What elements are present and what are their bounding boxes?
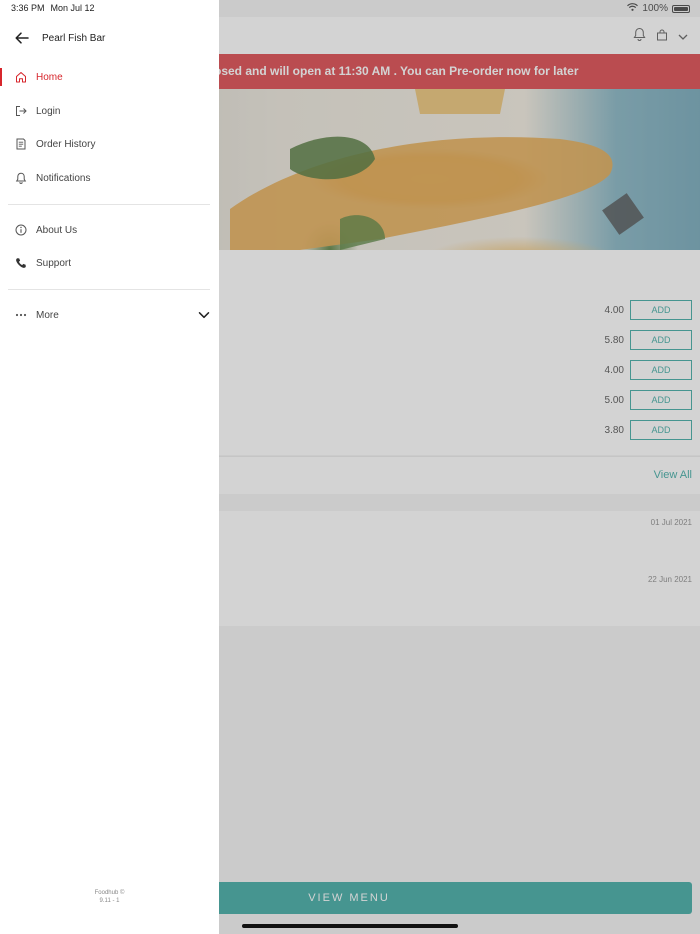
nav-item-home[interactable]: Home xyxy=(0,63,219,91)
status-time: 3:36 PM xyxy=(11,3,45,13)
nav-label: More xyxy=(36,309,59,321)
shop-name: Pearl Fish Bar xyxy=(42,32,106,44)
more-icon xyxy=(14,308,28,322)
nav-item-more[interactable]: More xyxy=(0,301,219,329)
home-icon xyxy=(14,70,28,84)
status-date: Mon Jul 12 xyxy=(50,3,95,13)
drawer-footer: Foodhub © 9.11 - 1 xyxy=(0,889,219,905)
receipt-icon xyxy=(14,137,28,151)
nav-label: Support xyxy=(36,257,72,269)
footer-version: 9.11 - 1 xyxy=(99,898,120,904)
nav-label: Order History xyxy=(36,138,96,150)
back-arrow-icon[interactable] xyxy=(4,25,40,51)
home-indicator xyxy=(242,924,458,928)
divider xyxy=(8,289,210,290)
nav-label: About Us xyxy=(36,224,78,236)
bell-icon xyxy=(14,171,28,185)
side-drawer: 3:36 PM Mon Jul 12 Pearl Fish Bar Home Lo… xyxy=(0,0,219,934)
phone-icon xyxy=(14,256,28,270)
footer-brand: Foodhub © xyxy=(94,890,125,896)
status-bar-left: 3:36 PM Mon Jul 12 xyxy=(11,3,95,13)
nav-label: Notifications xyxy=(36,172,91,184)
nav-item-support[interactable]: Support xyxy=(0,249,219,277)
divider xyxy=(8,204,210,205)
nav-item-notifications[interactable]: Notifications xyxy=(0,164,219,192)
chevron-down-icon[interactable] xyxy=(197,308,211,322)
info-icon xyxy=(14,223,28,237)
nav-label: Home xyxy=(36,71,63,83)
nav-item-about-us[interactable]: About Us xyxy=(0,216,219,244)
login-icon xyxy=(14,104,28,118)
nav-item-order-history[interactable]: Order History xyxy=(0,130,219,158)
nav-item-login[interactable]: Login xyxy=(0,97,219,125)
drawer-header: Pearl Fish Bar xyxy=(0,25,219,51)
nav-label: Login xyxy=(36,105,61,117)
